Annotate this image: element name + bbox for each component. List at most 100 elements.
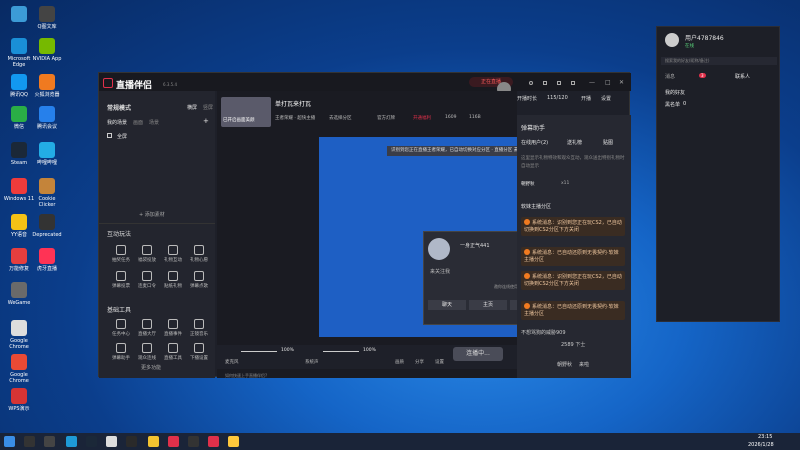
room-title[interactable]: 单打瓦来打瓦 <box>275 99 311 108</box>
minimize-icon[interactable]: — <box>589 79 595 86</box>
scene-label[interactable]: 我的场景 <box>107 119 127 126</box>
sys-slider[interactable] <box>323 351 359 352</box>
help-link[interactable]: 如何快速上手直播伴侣? <box>225 373 267 379</box>
tool-item[interactable]: 观众连线 <box>135 343 159 361</box>
tag2[interactable]: 官方灯牌 <box>377 115 395 121</box>
tool-item[interactable]: 礼物互动 <box>161 245 185 263</box>
home-button[interactable]: 主页 <box>469 300 507 310</box>
live-companion-window: 直播伴侣 6.3.5.4 正在直播 — □ ✕ 常规模式 横屏 竖屏 我的场景 … <box>98 72 631 379</box>
desktop-icon[interactable]: Q图文库 <box>30 6 64 30</box>
scene-tab[interactable]: 画面 <box>133 119 143 126</box>
friend-search[interactable]: 搜索我的好友(昵称/备注) <box>661 57 777 65</box>
open-button[interactable]: 开播 <box>581 95 591 102</box>
tab-contacts[interactable]: 联系人 <box>735 73 750 80</box>
tool-item[interactable]: 连麦口令 <box>135 271 159 289</box>
tool-item[interactable]: 福袋投放 <box>135 245 159 263</box>
profile-avatar <box>428 238 450 260</box>
app-icon[interactable] <box>228 436 239 447</box>
desktop-icon[interactable]: 哔哩哔哩 <box>30 142 64 166</box>
desktop-icon[interactable]: Google Chrome <box>2 320 36 350</box>
search-icon[interactable] <box>24 436 35 447</box>
message-badge: 3 <box>699 73 706 78</box>
desktop-icon[interactable]: Google Chrome <box>2 354 36 384</box>
close-icon[interactable]: ✕ <box>619 79 624 86</box>
desktop-icon[interactable]: NVIDIA App <box>30 38 64 62</box>
headset-icon[interactable] <box>529 81 533 85</box>
desktop-icon[interactable]: 火狐浏览器 <box>30 74 64 98</box>
add-material-button[interactable]: + 添加素材 <box>139 211 165 218</box>
landscape-toggle[interactable]: 横屏 <box>187 104 197 111</box>
tool-item[interactable]: 礼物心愿 <box>187 245 211 263</box>
notice[interactable]: 开通福利 <box>413 115 431 121</box>
app-icon[interactable] <box>126 436 137 447</box>
mic-label[interactable]: 麦克风 <box>225 359 239 365</box>
friend-group[interactable]: 我的好友 <box>665 89 685 96</box>
tool-item[interactable]: 正镜音乐 <box>187 319 211 337</box>
start-icon[interactable] <box>4 436 15 447</box>
desktop-icon[interactable]: Deprecated <box>30 214 64 238</box>
sys-label[interactable]: 系统声 <box>305 359 319 365</box>
app-icon[interactable] <box>86 436 97 447</box>
blacklist-count: 0 <box>683 101 687 107</box>
tool-item[interactable]: 抽奖任务 <box>109 245 133 263</box>
tool-item[interactable]: 直播事件 <box>161 319 185 337</box>
tab-online[interactable]: 在线用户(2) <box>521 139 548 146</box>
desktop-icon[interactable]: Cookie Clicker <box>30 178 64 208</box>
desktop-icon[interactable]: WPS演示 <box>2 388 36 412</box>
desktop-icon[interactable]: 虎牙直播 <box>30 248 64 272</box>
tool-item[interactable]: 任务中心 <box>109 319 133 337</box>
user-avatar[interactable] <box>665 33 679 47</box>
maximize-icon[interactable]: □ <box>605 79 611 86</box>
taskview-icon[interactable] <box>44 436 55 447</box>
chat-icon[interactable] <box>543 81 547 85</box>
control-bar: 麦克风 100% 系统声 100% 画质 分享 设置 连播中... <box>217 345 517 369</box>
tool-item[interactable]: 贴纸礼物 <box>161 271 185 289</box>
tool-item[interactable]: 直播大厅 <box>135 319 159 337</box>
start-live-button[interactable]: 连播中... <box>453 347 503 361</box>
app-icon[interactable] <box>66 436 77 447</box>
empty-hint: 这里显示礼物特效和观众互动，观众送出特别礼物时自动显示 <box>521 156 625 169</box>
tool-item[interactable]: 直播工具 <box>161 343 185 361</box>
chat-button[interactable]: 聊天 <box>428 300 466 310</box>
game-select[interactable]: 去选择分区 <box>329 115 352 121</box>
more-functions[interactable]: 更多功能 <box>141 364 161 371</box>
user-name: 朝野秋 <box>557 362 573 368</box>
tool-item[interactable]: 弹幕点歌 <box>187 271 211 289</box>
mic-slider[interactable] <box>241 351 277 352</box>
online-status[interactable]: 在线 <box>685 43 694 49</box>
app-icon[interactable] <box>188 436 199 447</box>
tab-messages[interactable]: 消息 <box>665 73 675 80</box>
desktop-icon[interactable]: WeGame <box>2 282 36 306</box>
tool-item[interactable]: 下播设置 <box>187 343 211 361</box>
game-tag[interactable]: 王者荣耀 · 超快主播 <box>275 115 315 121</box>
app-icon[interactable] <box>168 436 179 447</box>
stat: 1609 <box>445 115 457 120</box>
app-icon[interactable] <box>106 436 117 447</box>
friends-panel: 用户4787846 在线 搜索我的好友(昵称/备注) 消息 3 联系人 我的好友… <box>656 26 780 322</box>
app-icon[interactable] <box>148 436 159 447</box>
tab-gifts[interactable]: 送礼榜 <box>567 139 582 146</box>
left-panel: 常规模式 横屏 竖屏 我的场景 画面 场景 + 全屏 + 添加素材 互动玩法 抽… <box>99 91 215 378</box>
clock-time[interactable]: 23:15 <box>758 434 772 440</box>
system-message: 系统消息：已自动还原到无畏契约·软妹主播分区 <box>521 301 625 320</box>
settings-icon[interactable] <box>571 81 575 85</box>
portrait-toggle[interactable]: 竖屏 <box>203 104 213 111</box>
mode-selector[interactable]: 常规模式 <box>107 103 131 112</box>
settings-button[interactable]: 设置 <box>601 95 611 102</box>
quality-label[interactable]: 画质 <box>395 359 404 365</box>
title-bar: 直播伴侣 6.3.5.4 正在直播 — □ ✕ <box>99 73 631 96</box>
settings-label[interactable]: 设置 <box>435 359 444 365</box>
clock-date[interactable]: 2026/1/28 <box>748 442 774 448</box>
source-item[interactable]: 全屏 <box>117 133 127 140</box>
scene-tab[interactable]: 场景 <box>149 119 159 126</box>
app-icon[interactable] <box>208 436 219 447</box>
tool-item[interactable]: 弹幕投票 <box>109 271 133 289</box>
assistant-title: 弹幕助手 <box>521 125 546 132</box>
blacklist-group[interactable]: 黑名单 <box>665 101 680 108</box>
desktop-icon[interactable]: 腾讯会议 <box>30 106 64 130</box>
tab-stickers[interactable]: 贴图 <box>603 139 613 146</box>
share-label[interactable]: 分享 <box>415 359 424 365</box>
tool-item[interactable]: 弹幕助手 <box>109 343 133 361</box>
add-scene-icon[interactable]: + <box>203 117 209 125</box>
message-icon[interactable] <box>557 81 561 85</box>
